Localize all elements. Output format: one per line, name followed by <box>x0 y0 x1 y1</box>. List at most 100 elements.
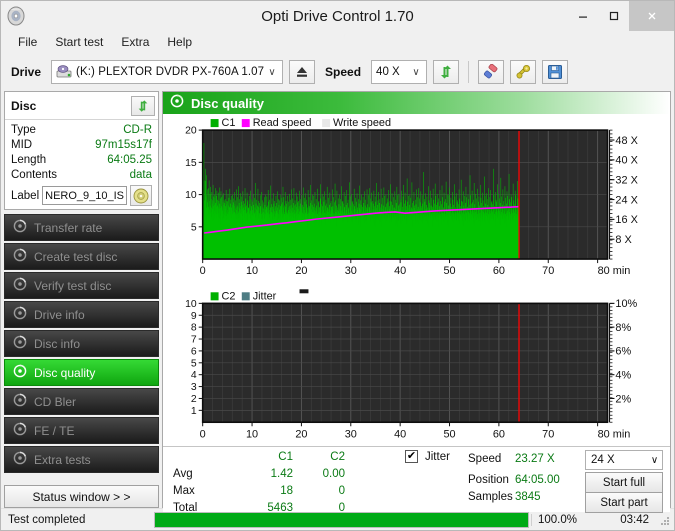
progress-bar-fill <box>155 512 528 527</box>
y2-tick-label: 40 X <box>615 155 638 167</box>
sidebar-item-drive-info[interactable]: Drive info <box>4 301 159 328</box>
samples-stat-label: Samples <box>468 491 513 504</box>
sidebar-item-disc-quality[interactable]: Disc quality <box>4 359 159 386</box>
y-tick-label: 15 <box>185 158 197 169</box>
legend-swatch <box>241 119 250 128</box>
c2-jitter-chart: C2 Jitter123456789102%4%6%8%10%0 10 20 30 40 5… <box>185 289 637 440</box>
disc-icon <box>13 393 27 410</box>
cd-disc-button[interactable] <box>130 185 152 206</box>
disc-panel-header: Disc <box>5 94 158 120</box>
legend-swatch <box>210 292 219 301</box>
x-tick-label: 60 <box>493 428 505 440</box>
erase-button[interactable] <box>478 60 505 84</box>
disc-quality-panel: Disc quality C1 Read speed Write speed 5 10 1… <box>162 91 671 514</box>
y-tick-label: 1 <box>191 406 197 417</box>
progress-bar <box>154 511 529 528</box>
refresh-button[interactable] <box>433 60 460 84</box>
y-tick-label: 6 <box>191 346 197 357</box>
disc-key-length: Length <box>11 154 47 166</box>
legend-label: Jitter <box>253 290 277 302</box>
legend-swatch <box>210 119 219 128</box>
test-speed-select[interactable]: 24 X ∨ <box>585 450 663 471</box>
legend-label: Write speed <box>333 117 391 129</box>
disc-label-input[interactable]: NERO_9_10_IS <box>42 186 127 205</box>
x-tick-label: 0 <box>200 265 206 277</box>
y2-tick-label: 32 X <box>615 174 638 186</box>
start-part-button[interactable]: Start part <box>585 492 663 514</box>
chevron-down-icon: ∨ <box>268 66 276 78</box>
sidebar-item-cd-bler[interactable]: CD Bler <box>4 388 159 415</box>
jitter-checkbox[interactable]: ✔ <box>405 450 418 464</box>
x-tick-label: 70 <box>542 265 554 277</box>
y2-tick-label: 24 X <box>615 194 638 206</box>
minimize-button[interactable] <box>567 1 598 31</box>
x-tick-label: 50 <box>443 428 455 440</box>
maximize-button[interactable] <box>598 1 629 31</box>
sidebar-item-label: Verify test disc <box>34 278 112 293</box>
stats-avg-c1: 1.42 <box>270 468 293 481</box>
speed-select[interactable]: 40 X ∨ <box>371 60 428 84</box>
disc-icon <box>170 94 184 113</box>
main-body: Disc Type CD-R MID 97m15s17f Length 64:0… <box>1 91 674 514</box>
elapsed-time: 03:42 <box>620 513 649 526</box>
sidebar-item-fe-te[interactable]: FE / TE <box>4 417 159 444</box>
disc-properties: Type CD-R MID 97m15s17f Length 64:05.25 … <box>5 120 158 206</box>
disc-key-mid: MID <box>11 139 33 151</box>
sidebar-item-label: Extra tests <box>34 452 91 467</box>
sidebar-item-label: Drive info <box>34 307 85 322</box>
x-tick-label: 80 min <box>598 428 631 440</box>
disc-value-contents: data <box>129 169 152 181</box>
y-tick-label: 7 <box>191 334 197 345</box>
x-tick-label: 30 <box>345 428 357 440</box>
charts-area: C1 Read speed Write speed 5 10 15 20 8 X 16 X 24 … <box>163 114 670 447</box>
toolbar-separator <box>468 61 470 83</box>
disc-icon <box>13 335 27 352</box>
legend-swatch <box>322 119 331 128</box>
stats-header-c2: C2 <box>330 451 345 464</box>
stats-avg-c2: 0.00 <box>322 468 345 481</box>
close-button[interactable] <box>629 1 674 31</box>
nav-list: Transfer rate Create test disc Verify te… <box>4 214 159 475</box>
menu-item-help[interactable]: Help <box>158 33 201 51</box>
jitter-marker-icon <box>299 289 309 294</box>
samples-stat-value: 3845 <box>515 491 541 504</box>
y-tick-label: 20 <box>185 126 197 137</box>
legend-label: C2 <box>222 290 236 302</box>
disc-row-type: Type CD-R <box>11 123 152 138</box>
status-window-button[interactable]: Status window > > <box>4 485 159 508</box>
y-tick-label: 10 <box>185 299 197 310</box>
eject-button[interactable] <box>289 60 316 84</box>
y2-tick-label: 2% <box>615 393 631 405</box>
resize-grip[interactable] <box>659 514 671 526</box>
speed-label: Speed <box>325 65 362 79</box>
sidebar-item-create-test-disc[interactable]: Create test disc <box>4 243 159 270</box>
legend-swatch <box>241 292 250 301</box>
menu-item-file[interactable]: File <box>9 33 46 51</box>
drive-select[interactable]: (K:) PLEXTOR DVDR PX-760A 1.07 ∨ <box>51 60 284 84</box>
menu-item-start-test[interactable]: Start test <box>46 33 112 51</box>
disc-panel-title: Disc <box>11 99 37 113</box>
jitter-label: Jitter <box>425 451 450 464</box>
y2-tick-label: 6% <box>615 346 631 358</box>
save-button[interactable] <box>542 60 569 84</box>
sidebar-item-disc-info[interactable]: Disc info <box>4 330 159 357</box>
sidebar-item-extra-tests[interactable]: Extra tests <box>4 446 159 473</box>
sidebar-item-transfer-rate[interactable]: Transfer rate <box>4 214 159 241</box>
y2-tick-label: 48 X <box>615 135 638 147</box>
speed-stat-label: Speed <box>468 453 502 466</box>
sidebar-item-label: Transfer rate <box>34 220 103 235</box>
disc-key-type: Type <box>11 124 36 136</box>
sidebar-item-verify-test-disc[interactable]: Verify test disc <box>4 272 159 299</box>
disc-icon <box>13 451 27 468</box>
y-tick-label: 9 <box>191 311 197 322</box>
menu-item-extra[interactable]: Extra <box>112 33 158 51</box>
y-tick-label: 5 <box>191 358 197 369</box>
y-tick-label: 4 <box>191 370 197 381</box>
test-speed-value: 24 X <box>591 454 615 467</box>
status-text: Test completed <box>8 513 86 526</box>
y-tick-label: 3 <box>191 382 197 393</box>
start-full-button[interactable]: Start full <box>585 472 663 494</box>
x-tick-label: 0 <box>200 428 206 440</box>
tools-button[interactable] <box>510 60 537 84</box>
disc-refresh-button[interactable] <box>131 96 155 116</box>
